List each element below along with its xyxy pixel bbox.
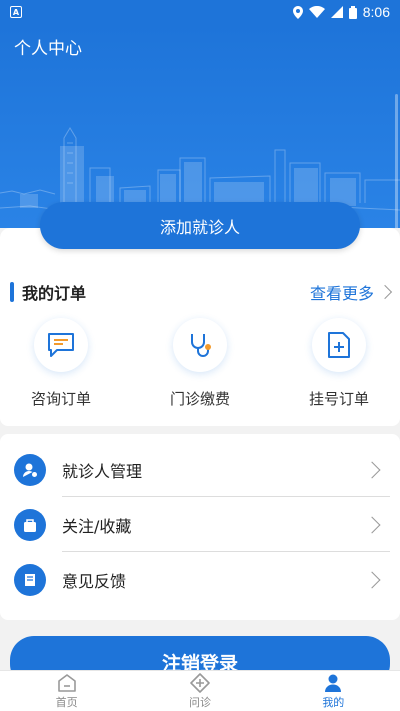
chevron-right-icon — [377, 284, 393, 300]
feedback-icon — [14, 563, 46, 596]
user-settings-icon — [14, 453, 46, 486]
status-bar: A 8:06 — [0, 0, 400, 24]
scrollbar-thumb — [395, 94, 398, 228]
see-more-label: 查看更多 — [309, 284, 374, 303]
order-item-outpatient-payment[interactable]: 门诊缴费 — [155, 318, 245, 409]
profile-icon — [325, 674, 342, 692]
app-badge-icon: A — [10, 6, 22, 18]
page-title: 个人中心 — [14, 39, 82, 59]
favorite-icon — [14, 508, 46, 541]
tab-label: 首页 — [55, 695, 78, 709]
menu-item-patient-management[interactable]: 就诊人管理 — [0, 442, 400, 497]
order-shortcuts: 咨询订单 门诊缴费 挂号订单 — [0, 318, 400, 409]
battery-icon — [348, 5, 357, 19]
settings-menu-card: 就诊人管理 关注/收藏 意见反馈 — [0, 434, 400, 620]
menu-item-label: 意见反馈 — [62, 571, 127, 591]
tab-label: 问诊 — [188, 695, 211, 709]
wifi-icon — [308, 6, 325, 18]
menu-item-favorites[interactable]: 关注/收藏 — [0, 497, 400, 552]
orders-section-header: 我的订单 — [10, 280, 86, 304]
stethoscope-icon — [173, 318, 227, 372]
menu-item-feedback[interactable]: 意见反馈 — [0, 552, 400, 607]
section-accent-bar — [10, 282, 14, 302]
tab-consult[interactable]: 问诊 — [133, 671, 266, 711]
orders-title: 我的订单 — [22, 284, 87, 303]
order-label: 咨询订单 — [30, 390, 91, 408]
order-label: 挂号订单 — [308, 390, 369, 408]
consult-icon — [190, 672, 210, 693]
menu-item-label: 就诊人管理 — [62, 461, 143, 481]
profile-header: 个人中心 — [0, 24, 400, 228]
order-item-consultation[interactable]: 咨询订单 — [16, 318, 106, 409]
order-label: 门诊缴费 — [169, 390, 230, 408]
status-icons: 8:06 — [292, 4, 390, 20]
location-icon — [292, 5, 303, 19]
chevron-right-icon — [363, 571, 381, 588]
chevron-right-icon — [363, 461, 381, 478]
tab-label: 我的 — [322, 695, 345, 709]
registration-icon — [312, 318, 366, 372]
chat-icon — [34, 318, 88, 372]
chevron-right-icon — [363, 516, 381, 533]
tab-profile[interactable]: 我的 — [267, 671, 400, 711]
see-more-link[interactable]: 查看更多 — [309, 280, 393, 304]
tab-home[interactable]: 首页 — [0, 671, 133, 711]
my-orders-card: 我的订单 查看更多 咨询订单 门诊缴费 挂号订单 — [0, 228, 400, 426]
status-time: 8:06 — [362, 4, 390, 20]
bottom-tab-bar: 首页 问诊 我的 — [0, 670, 400, 711]
menu-item-label: 关注/收藏 — [62, 516, 132, 536]
order-item-registration[interactable]: 挂号订单 — [294, 318, 384, 409]
add-patient-button[interactable]: 添加就诊人 — [40, 202, 360, 249]
home-icon — [57, 673, 76, 692]
signal-icon — [330, 6, 343, 18]
